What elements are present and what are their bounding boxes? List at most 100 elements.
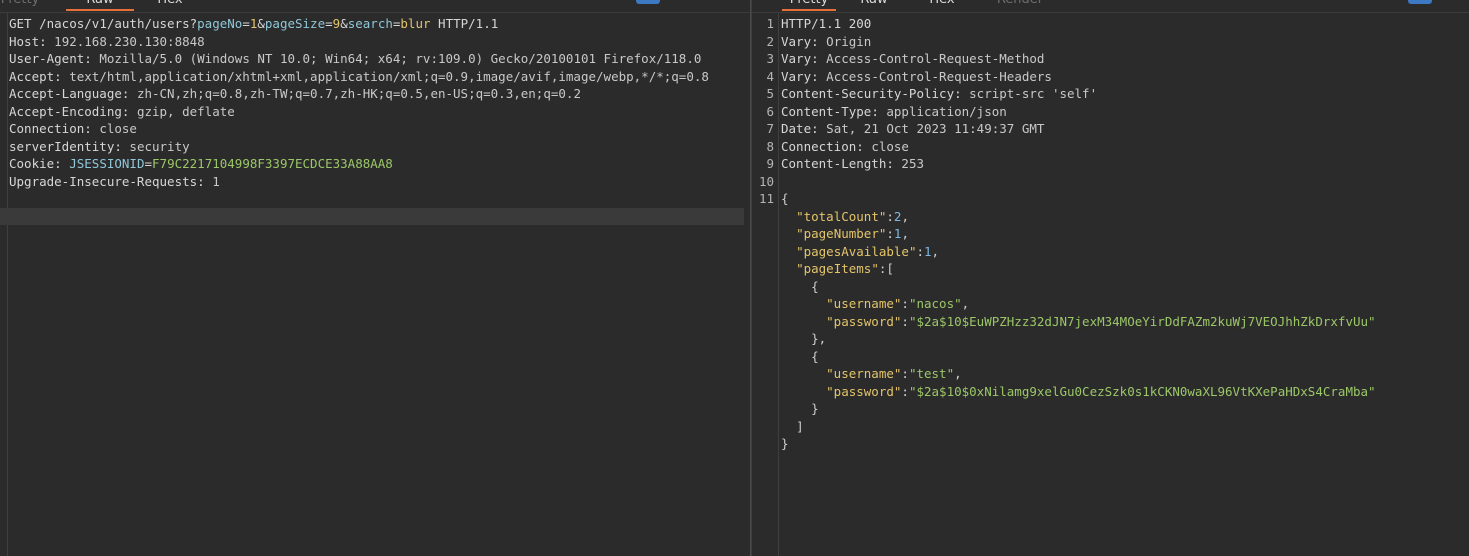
request-header-line: Upgrade-Insecure-Requests: 1 <box>9 173 750 191</box>
response-editor[interactable]: 1 2 3 4 5 6 7 8 9 10 11 HTTP/1.1 200 Var… <box>752 13 1469 556</box>
header-sep: : <box>121 86 137 101</box>
header-sep: : <box>886 156 902 171</box>
header-name: Host <box>9 33 40 49</box>
header-sep: : <box>84 121 100 136</box>
header-sep: : <box>39 33 55 49</box>
request-protocol: HTTP/1.1 <box>438 16 499 31</box>
json-line: "pagesAvailable":1, <box>781 243 1469 261</box>
json-line: } <box>781 400 1469 418</box>
json-line: "totalCount":2, <box>781 208 1469 226</box>
header-sep: : <box>811 121 827 136</box>
header-value: gzip, deflate <box>136 103 235 119</box>
header-sep: : <box>856 138 872 154</box>
response-gutter: 1 2 3 4 5 6 7 8 9 10 11 <box>752 13 779 556</box>
header-value: close <box>99 121 137 136</box>
header-sep: : <box>54 68 70 84</box>
header-value: Mozilla/5.0 (Windows NT 10.0; Win64; x64… <box>99 51 702 66</box>
json-key: "password" <box>826 383 902 399</box>
response-lines: HTTP/1.1 200 Vary: Origin Vary: Access-C… <box>781 15 1469 453</box>
header-value: text/html,application/xhtml+xml,applicat… <box>69 68 709 84</box>
line-number: 10 <box>758 173 774 189</box>
response-empty-line <box>781 173 1469 191</box>
header-sep: : <box>954 86 970 101</box>
response-options-button[interactable] <box>1408 0 1432 4</box>
json-token: : <box>886 226 894 241</box>
response-header-line: Date: Sat, 21 Oct 2023 11:49:37 GMT <box>781 120 1469 138</box>
header-value: zh-CN,zh;q=0.8,zh-TW;q=0.7,zh-HK;q=0.5,e… <box>136 86 581 101</box>
tab-response-hex[interactable]: Hex <box>922 0 962 11</box>
request-gutter <box>0 13 8 556</box>
header-name: Accept-Language <box>9 86 122 101</box>
header-name: Upgrade-Insecure-Requests <box>9 173 198 189</box>
json-key: "pagesAvailable" <box>796 243 917 259</box>
request-cookie-line: Cookie: JSESSIONID=F79C2217104998F3397EC… <box>9 155 750 173</box>
json-token: , <box>931 243 940 259</box>
response-header-line: Vary: Access-Control-Request-Headers <box>781 68 1469 86</box>
request-method: GET <box>9 16 32 31</box>
header-name: Vary <box>781 33 812 49</box>
header-sep: : <box>114 138 130 154</box>
json-token: : <box>901 366 909 381</box>
response-editor-pane: Pretty Raw Hex Render 1 2 3 4 5 6 7 8 9 … <box>752 0 1469 556</box>
header-sep: : <box>54 156 70 171</box>
json-key: "username" <box>826 366 902 381</box>
json-token: , <box>961 296 970 311</box>
request-header-line: serverIdentity: security <box>9 138 750 156</box>
header-value: 253 <box>901 156 924 171</box>
param-value: blur <box>400 16 431 31</box>
header-value: application/json <box>886 103 1007 119</box>
tab-request-hex[interactable]: Hex <box>150 0 190 11</box>
header-sep: : <box>811 68 827 84</box>
json-brace: { <box>781 191 789 206</box>
tab-request-raw[interactable]: Raw <box>66 0 134 11</box>
line-number: 1 <box>766 16 774 31</box>
tab-response-pretty[interactable]: Pretty <box>782 0 836 11</box>
header-sep: : <box>811 33 827 49</box>
header-name: Accept-Encoding <box>9 103 122 119</box>
json-line: { <box>781 348 1469 366</box>
response-header-line: Vary: Origin <box>781 33 1469 51</box>
request-options-button[interactable] <box>636 0 660 4</box>
param-amp: & <box>340 16 348 31</box>
header-sep: : <box>811 51 827 66</box>
json-brace: }, <box>811 331 827 346</box>
header-name: Content-Type <box>781 103 872 119</box>
header-name: User-Agent <box>9 51 85 66</box>
json-string: "$2a$10$0xNilamg9xelGu0CezSzk0s1kCKN0waX… <box>908 383 1376 399</box>
json-string: "test" <box>908 366 955 381</box>
header-value: security <box>129 138 190 154</box>
tab-response-render[interactable]: Render <box>990 0 1050 11</box>
json-token: : <box>916 243 925 259</box>
json-brace: { <box>811 348 819 364</box>
response-header-line: Vary: Access-Control-Request-Method <box>781 50 1469 68</box>
request-line: GET /nacos/v1/auth/users?pageNo=1&pageSi… <box>9 15 750 33</box>
json-key: "totalCount" <box>796 208 887 224</box>
json-line: } <box>781 435 1469 453</box>
response-header-line: Connection: close <box>781 138 1469 156</box>
line-number: 3 <box>766 51 774 66</box>
json-token: : <box>886 208 894 224</box>
line-number: 9 <box>766 156 774 171</box>
json-bracket: ] <box>796 418 804 434</box>
json-brace: } <box>781 436 789 451</box>
json-token: : <box>901 296 909 311</box>
param-eq: = <box>325 16 333 31</box>
header-name: Vary <box>781 68 812 84</box>
request-header-line: Accept: text/html,application/xhtml+xml,… <box>9 68 750 86</box>
header-value: script-src 'self' <box>969 86 1098 101</box>
json-line: { <box>781 278 1469 296</box>
json-token: :[ <box>878 261 894 276</box>
json-brace: { <box>811 278 819 294</box>
header-name: Accept <box>9 68 55 84</box>
request-editor[interactable]: GET /nacos/v1/auth/users?pageNo=1&pageSi… <box>0 13 750 556</box>
line-number: 8 <box>766 138 774 154</box>
line-number: 6 <box>766 103 774 119</box>
tab-response-raw[interactable]: Raw <box>854 0 894 11</box>
json-key: "pageNumber" <box>796 226 887 241</box>
json-brace: } <box>811 401 819 416</box>
json-line: "password":"$2a$10$0xNilamg9xelGu0CezSzk… <box>781 383 1469 401</box>
response-header-line: Content-Type: application/json <box>781 103 1469 121</box>
request-tab-bar: Pretty Raw Hex <box>0 0 750 13</box>
header-value: Access-Control-Request-Headers <box>826 68 1052 84</box>
tab-request-pretty[interactable]: Pretty <box>0 0 50 11</box>
